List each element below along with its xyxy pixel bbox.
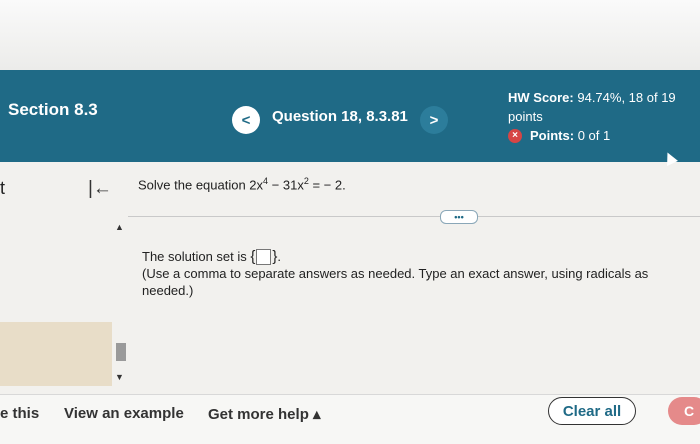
solution-period: . (277, 249, 282, 264)
assignment-header: Section 8.3 < Question 18, 8.3.81 > HW S… (0, 70, 700, 162)
view-example-button[interactable]: View an example (64, 405, 184, 422)
hw-score-label: HW Score: (508, 90, 574, 105)
first-step-icon[interactable]: |← (88, 178, 112, 200)
left-panel-text: t (0, 178, 6, 198)
answer-set: { } (250, 248, 277, 265)
section-title: Section 8.3 (8, 100, 98, 119)
points-label: Points: (530, 128, 575, 143)
question-divider (128, 216, 700, 217)
question-prompt: Solve the equation 2x4 − 31x2 = − 2. (138, 176, 346, 192)
help-me-solve-button[interactable]: e this (0, 405, 39, 422)
solution-area: The solution set is { } . (Use a comma t… (142, 248, 700, 299)
chevron-right-icon: > (429, 111, 439, 129)
solution-label: The solution set is (142, 249, 251, 264)
question-prefix: Solve the equation 2x (138, 177, 264, 193)
hw-score-value: 94.74%, 18 of 19 (577, 90, 676, 105)
scroll-down-icon[interactable]: ▼ (115, 372, 124, 382)
brace-open: { (250, 248, 256, 265)
get-more-help-button[interactable]: Get more help ▴ (208, 405, 321, 423)
scroll-up-icon[interactable]: ▲ (115, 222, 124, 232)
points-value: 0 of 1 (577, 128, 611, 143)
left-panel-highlight (0, 322, 112, 386)
points-row: × Points: 0 of 1 (508, 126, 676, 145)
question-suffix: = − 2. (308, 177, 346, 193)
next-question-button[interactable]: > (420, 106, 448, 134)
incorrect-icon: × (508, 128, 522, 143)
check-answer-button[interactable]: C (668, 397, 700, 425)
chevron-left-icon: < (241, 111, 251, 129)
answer-input[interactable] (256, 248, 272, 265)
browser-top-area (0, 0, 700, 70)
clear-all-button[interactable]: Clear all (548, 397, 636, 425)
score-panel: HW Score: 94.74%, 18 of 19 points × Poin… (508, 88, 676, 145)
previous-question-button[interactable]: < (232, 106, 260, 134)
footer-bar: e this View an example Get more help ▴ C… (0, 394, 700, 444)
hw-score-points-text: points (508, 109, 543, 124)
expand-more-button[interactable]: ••• (440, 210, 478, 224)
scrollbar-thumb[interactable] (116, 343, 126, 361)
question-middle: − 31x (268, 177, 304, 193)
solution-instructions: (Use a comma to separate answers as need… (142, 266, 649, 298)
question-title: Question 18, 8.3.81 (272, 108, 408, 125)
